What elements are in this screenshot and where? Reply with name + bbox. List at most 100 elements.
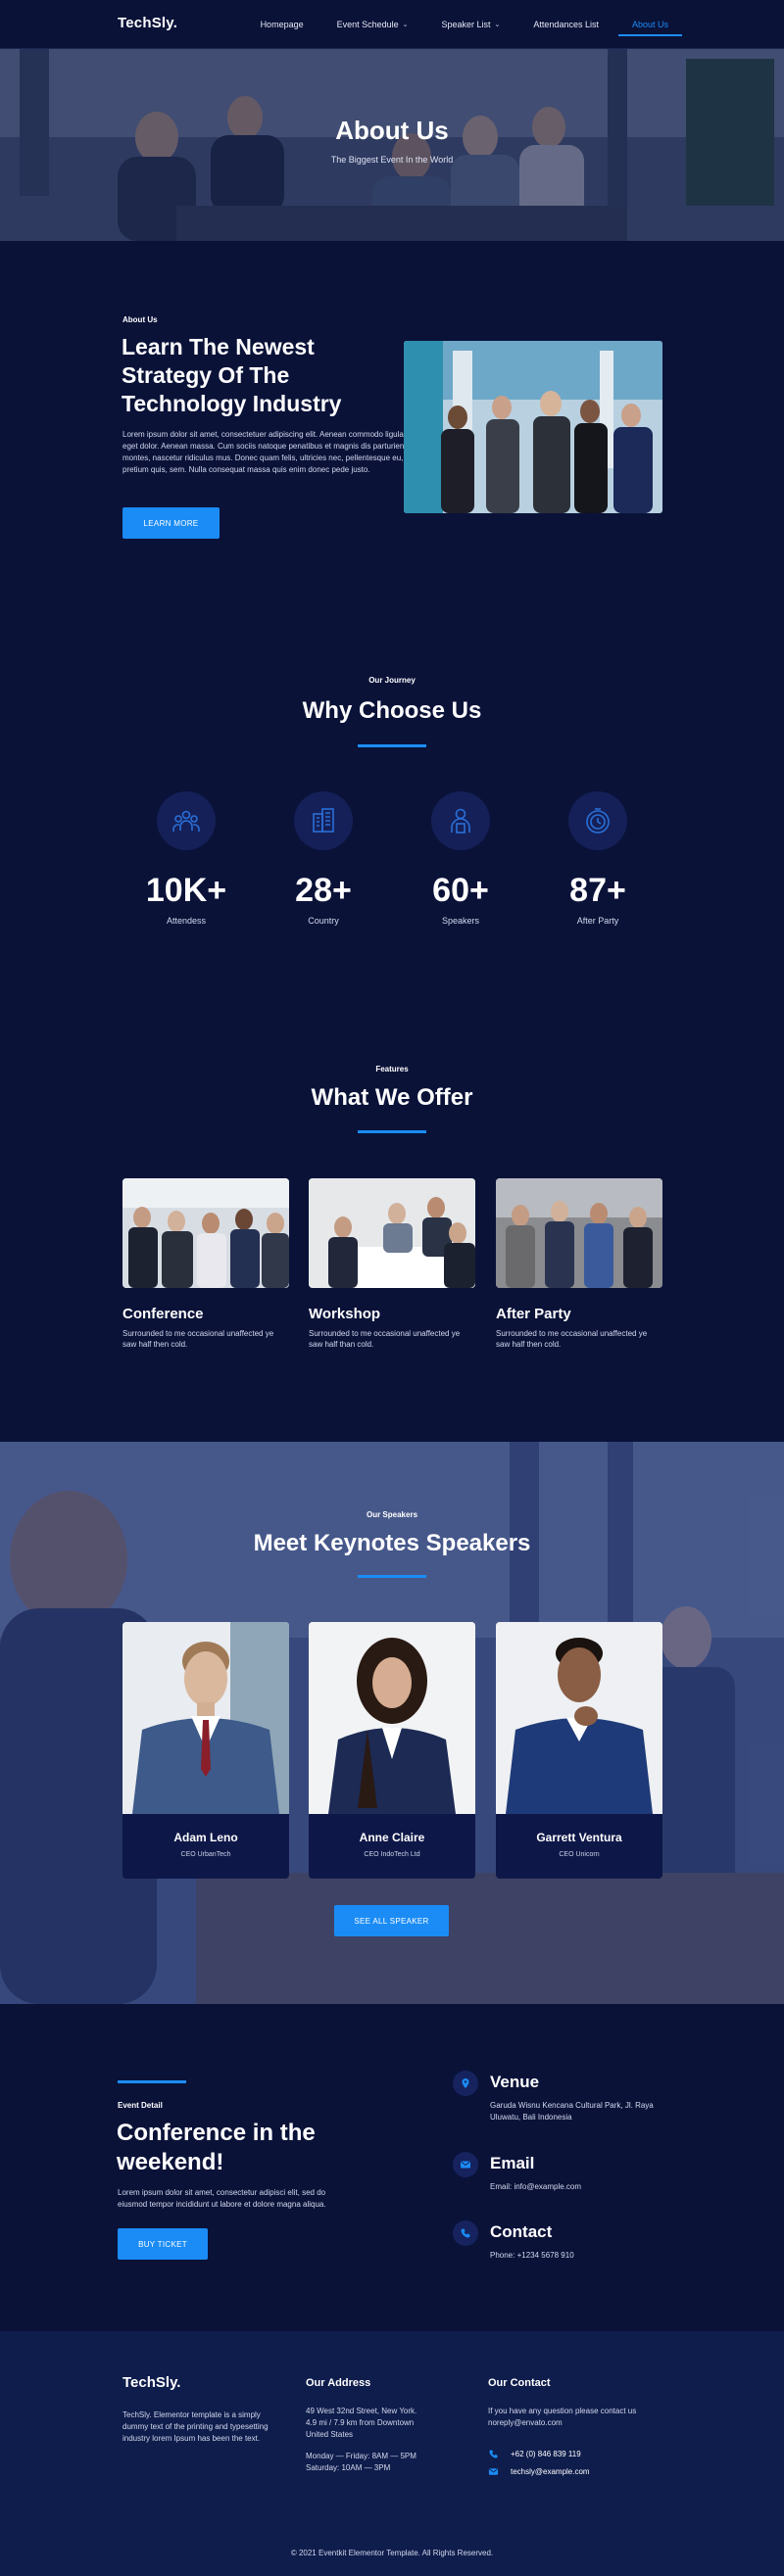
info-title: Venue — [490, 2073, 540, 2091]
stat-value: 87+ — [569, 872, 626, 909]
speaker-card-garrett[interactable]: Garrett Ventura CEO Unicorn — [496, 1622, 662, 1879]
envelope-icon — [453, 2152, 478, 2177]
speaker-photo — [496, 1622, 662, 1814]
about-text: Lorem ipsum dolor sit amet, consectetuer… — [122, 430, 407, 474]
event-text: Lorem ipsum dolor sit amet, consectetur … — [118, 2188, 326, 2209]
info-text: Phone: +1234 5678 910 — [490, 2251, 574, 2260]
nav-menu: Homepage Event Schedule ⌄ Speaker List ⌄ A… — [227, 0, 683, 49]
card-text: Surrounded to me occasional unaffected y… — [496, 1329, 648, 1349]
footer-about-text: TechSly. Elementor template is a simply … — [122, 2410, 269, 2443]
info-text: Garuda Wisnu Kencana Cultural Park, Jl. … — [490, 2101, 654, 2122]
event-divider — [118, 2080, 186, 2083]
speaker-person-icon — [431, 791, 490, 850]
journey-divider — [358, 744, 426, 747]
offer-divider — [358, 1130, 426, 1133]
journey-title: Why Choose Us — [302, 697, 482, 724]
nav-link-label: Attendances List — [533, 20, 599, 29]
building-icon — [294, 791, 353, 850]
copyright: © 2021 Eventkit Elementor Template. All … — [290, 2549, 494, 2557]
event-label: Event Detail — [118, 2101, 163, 2110]
about-image — [404, 341, 662, 513]
speaker-photo — [122, 1622, 289, 1814]
chevron-down-icon: ⌄ — [494, 22, 501, 28]
see-all-speaker-button[interactable]: SEE ALL SPEAKER — [334, 1905, 449, 1936]
hero-subtitle: The Biggest Event In the World — [330, 155, 454, 165]
stat-value: 28+ — [295, 872, 352, 909]
buy-ticket-button[interactable]: BUY TICKET — [118, 2228, 208, 2260]
card-text: Surrounded to me occasional unaffected y… — [122, 1329, 274, 1349]
footer-contact-text: If you have any question please contact … — [488, 2407, 637, 2427]
footer-email-text: techsly@example.com — [511, 2467, 590, 2476]
event-title: Conference in the weekend! — [117, 2120, 316, 2175]
nav-link-label: Event Schedule — [336, 20, 399, 29]
hero-title: About Us — [335, 116, 449, 145]
info-title: Email — [490, 2154, 535, 2172]
nav-link-attendances-list[interactable]: Attendances List — [533, 0, 599, 49]
top-navbar: TechSly. Homepage Event Schedule ⌄ Speake… — [0, 0, 784, 49]
stat-speakers: 60+ Speakers — [402, 791, 519, 926]
nav-link-about-us[interactable]: About Us — [617, 0, 683, 49]
speakers-divider — [358, 1575, 426, 1578]
stat-value: 60+ — [432, 872, 489, 909]
footer-phone[interactable]: +62 (0) 846 839 119 — [488, 2449, 581, 2459]
card-title: Workshop — [309, 1306, 381, 1322]
info-text: Email: info@example.com — [490, 2182, 582, 2191]
nav-link-label: About Us — [631, 20, 668, 29]
phone-icon — [453, 2220, 478, 2246]
footer: TechSly. TechSly. Elementor template is … — [0, 2331, 784, 2576]
stat-after-party: 87+ After Party — [539, 791, 657, 926]
footer-email[interactable]: techsly@example.com — [488, 2466, 590, 2477]
footer-contact-heading: Our Contact — [488, 2377, 551, 2389]
speakers-title: Meet Keynotes Speakers — [253, 1530, 531, 1556]
envelope-icon — [488, 2468, 499, 2475]
offer-card-after-party[interactable]: After Party Surrounded to me occasional … — [496, 1178, 662, 1350]
site-logo[interactable]: TechSly. — [118, 15, 177, 31]
nav-link-event-schedule[interactable]: Event Schedule ⌄ — [337, 0, 409, 49]
nav-link-homepage[interactable]: Homepage — [261, 0, 304, 49]
hero-banner: About Us The Biggest Event In the World — [0, 49, 784, 241]
learn-more-button[interactable]: LEARN MORE — [122, 507, 220, 539]
footer-hours: Monday — Friday: 8AM — 5PM Saturday: 10A… — [306, 2452, 416, 2472]
about-label: About Us — [122, 315, 158, 324]
journey-label: Our Journey — [368, 676, 416, 685]
stat-label: Attendess — [166, 916, 207, 926]
card-text: Surrounded to me occasional unaffected y… — [309, 1329, 461, 1349]
conference-image — [122, 1178, 289, 1288]
speaker-name: Garrett Ventura — [536, 1831, 622, 1844]
offer-card-conference[interactable]: Conference Surrounded to me occasional u… — [122, 1178, 289, 1350]
speaker-card-anne[interactable]: Anne Claire CEO IndoTech Ltd — [309, 1622, 475, 1879]
offer-label: Features — [375, 1065, 409, 1073]
speaker-role: CEO IndoTech Ltd — [364, 1851, 420, 1858]
speaker-photo — [309, 1622, 475, 1814]
stat-label: Speakers — [441, 916, 480, 926]
info-title: Contact — [490, 2222, 553, 2241]
offer-title: What We Offer — [311, 1084, 473, 1111]
stat-country: 28+ Country — [265, 791, 382, 926]
stat-label: After Party — [576, 916, 619, 926]
stat-attendees: 10K+ Attendess — [127, 791, 245, 926]
speaker-name: Anne Claire — [359, 1831, 425, 1844]
footer-address-heading: Our Address — [306, 2377, 371, 2389]
workshop-image — [309, 1178, 475, 1288]
card-title: Conference — [122, 1306, 204, 1322]
chevron-down-icon: ⌄ — [402, 22, 409, 28]
about-title: Learn The Newest Strategy Of The Technol… — [122, 334, 342, 416]
card-title: After Party — [496, 1306, 571, 1322]
offer-card-workshop[interactable]: Workshop Surrounded to me occasional una… — [309, 1178, 475, 1350]
after-party-image — [496, 1178, 662, 1288]
map-pin-icon — [453, 2071, 478, 2096]
nav-link-label: Homepage — [260, 20, 304, 29]
speaker-card-adam[interactable]: Adam Leno CEO UrbanTech — [122, 1622, 289, 1879]
footer-logo[interactable]: TechSly. — [122, 2374, 180, 2391]
stat-label: Country — [308, 916, 339, 926]
phone-icon — [489, 2450, 498, 2458]
footer-phone-text: +62 (0) 846 839 119 — [511, 2450, 581, 2458]
stat-value: 10K+ — [145, 872, 227, 909]
speakers-label: Our Speakers — [366, 1510, 418, 1519]
speaker-name: Adam Leno — [173, 1831, 238, 1844]
people-group-icon — [157, 791, 216, 850]
speaker-role: CEO UrbanTech — [180, 1851, 231, 1858]
speaker-role: CEO Unicorn — [559, 1851, 600, 1858]
footer-address: 49 West 32nd Street, New York. 4.9 mi / … — [306, 2407, 417, 2439]
nav-link-speaker-list[interactable]: Speaker List ⌄ — [442, 0, 501, 49]
